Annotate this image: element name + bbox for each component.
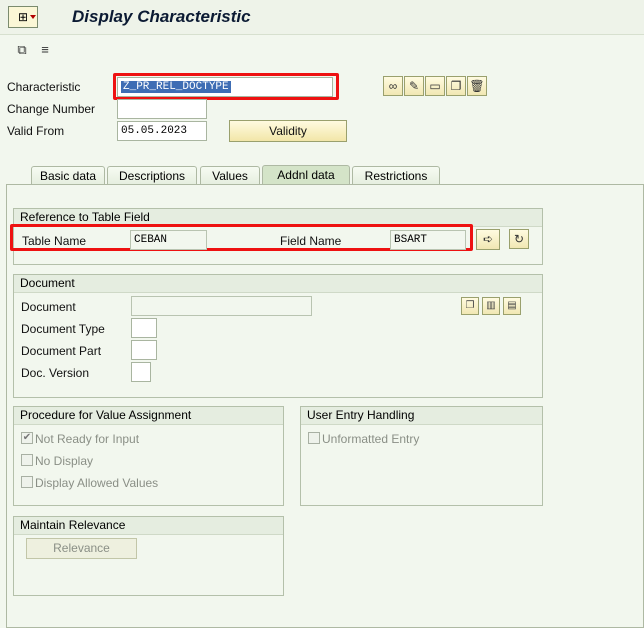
pencil-icon[interactable]: ✎	[404, 76, 424, 96]
delete-icon[interactable]: 🗑	[467, 76, 487, 96]
change-number-field[interactable]	[117, 99, 207, 119]
document-copy-icon[interactable]: ❐	[461, 297, 479, 315]
document-hierarchy-icon[interactable]: ▤	[503, 297, 521, 315]
doc-version-field[interactable]	[131, 362, 151, 382]
arrow-right-icon[interactable]: ➪	[476, 229, 500, 250]
document-part-label: Document Part	[21, 344, 102, 358]
glasses-icon[interactable]: ∞	[383, 76, 403, 96]
document-type-label: Document Type	[21, 322, 105, 336]
tab-basic-data[interactable]: Basic data	[31, 166, 105, 186]
document-label: Document	[21, 300, 76, 314]
tab-descriptions[interactable]: Descriptions	[107, 166, 197, 186]
procedure-group-title: Procedure for Value Assignment	[14, 407, 283, 425]
field-name-label: Field Name	[280, 234, 342, 248]
characteristic-field[interactable]: Z_PR_REL_DOCTYPE	[117, 77, 333, 97]
not-ready-checkbox[interactable]: ✔	[21, 432, 33, 444]
unformatted-checkbox[interactable]	[308, 432, 320, 444]
relevance-group-title: Maintain Relevance	[14, 517, 283, 535]
transaction-icon[interactable]: ⊞	[8, 6, 38, 28]
validity-button[interactable]: Validity	[229, 120, 347, 142]
document-group-title: Document	[14, 275, 542, 293]
tab-addnl-data[interactable]: Addnl data	[262, 165, 350, 186]
characteristic-label: Characteristic	[7, 80, 81, 94]
no-display-checkbox[interactable]	[21, 454, 33, 466]
hierarchy-icon[interactable]: ≡	[37, 42, 53, 58]
document-display-icon[interactable]: ▥	[482, 297, 500, 315]
valid-from-label: Valid From	[7, 124, 65, 138]
new-document-icon[interactable]: ▭	[425, 76, 445, 96]
relevance-button[interactable]: Relevance	[26, 538, 137, 559]
user-entry-group: User Entry Handling	[300, 406, 543, 506]
document-part-field[interactable]	[131, 340, 157, 360]
table-name-field[interactable]: CEBAN	[130, 230, 207, 250]
display-allowed-label: Display Allowed Values	[35, 476, 159, 490]
document-field[interactable]	[131, 296, 312, 316]
other-object-icon[interactable]: ⧉	[14, 42, 30, 58]
valid-from-field[interactable]: 05.05.2023	[117, 121, 207, 141]
not-ready-label: Not Ready for Input	[35, 432, 140, 446]
field-name-field[interactable]: BSART	[390, 230, 466, 250]
doc-version-label: Doc. Version	[21, 366, 90, 380]
table-name-label: Table Name	[22, 234, 87, 248]
user-entry-group-title: User Entry Handling	[301, 407, 542, 425]
refresh-icon[interactable]: ↻	[509, 229, 529, 249]
copy-icon[interactable]: ❐	[446, 76, 466, 96]
tab-restrictions[interactable]: Restrictions	[352, 166, 440, 186]
unformatted-label: Unformatted Entry	[322, 432, 420, 446]
document-type-field[interactable]	[131, 318, 157, 338]
change-number-label: Change Number	[7, 102, 96, 116]
display-allowed-checkbox[interactable]	[21, 476, 33, 488]
tab-values[interactable]: Values	[200, 166, 260, 186]
document-group: Document	[13, 274, 543, 398]
page-title: Display Characteristic	[72, 7, 251, 26]
no-display-label: No Display	[35, 454, 94, 468]
